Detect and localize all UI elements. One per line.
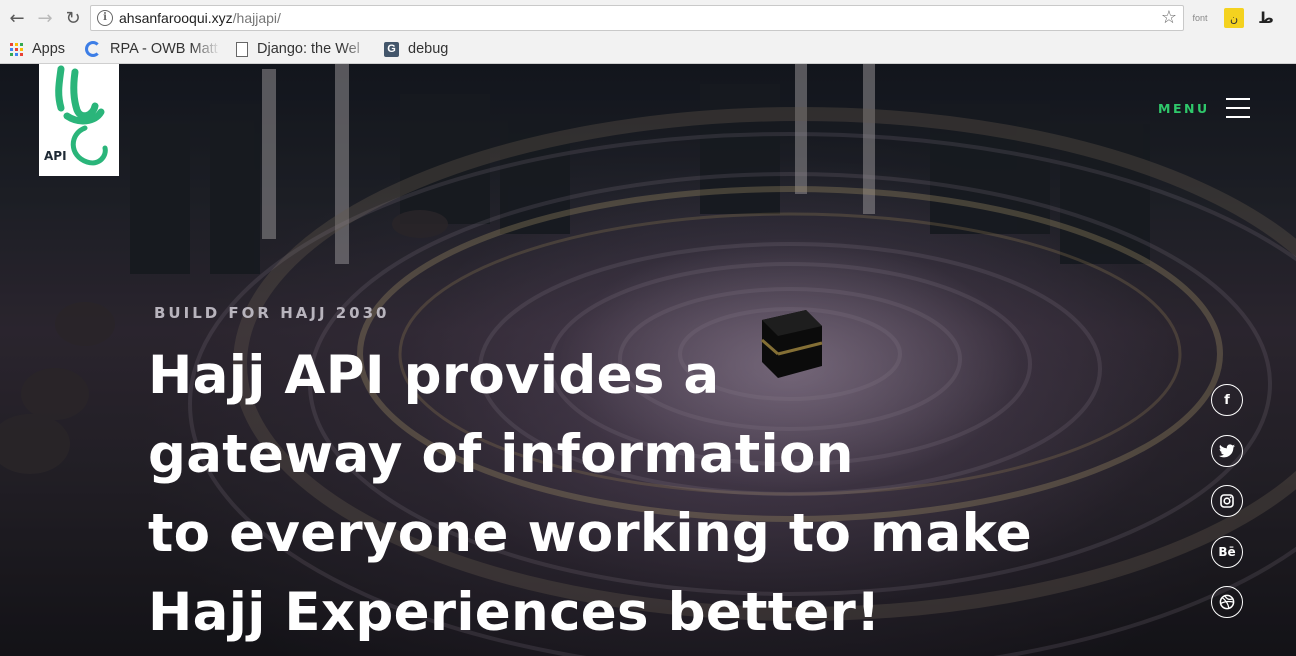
bookmarks-bar: Apps RPA - OWB Matt Django: the Wel G de…	[0, 36, 1296, 62]
site-logo[interactable]: API	[39, 64, 119, 176]
bookmark-label: Django: the Wel	[257, 41, 360, 57]
url-path: /hajjapi/	[232, 10, 281, 26]
bookmark-label: debug	[408, 41, 449, 57]
browser-chrome: ← → ↻ i ahsanfarooqui.xyz/hajjapi/ ☆ fon…	[0, 0, 1296, 64]
headline-line: to everyone working to make	[148, 503, 1032, 564]
reload-icon[interactable]: ↻	[62, 7, 84, 29]
facebook-glyph: f	[1224, 392, 1230, 408]
bookmark-label: Apps	[32, 41, 66, 57]
bookmark-label: RPA - OWB Matt	[110, 41, 218, 57]
browser-toolbar: ← → ↻ i ahsanfarooqui.xyz/hajjapi/ ☆ fon…	[0, 0, 1296, 36]
apps-grid-icon	[10, 42, 23, 56]
bookmark-rpa[interactable]: RPA - OWB Matt	[85, 40, 221, 58]
headline-line: Hajj API provides a	[148, 345, 720, 406]
arabic-extension-icon[interactable]: ط	[1256, 8, 1276, 28]
instagram-camera-glyph	[1220, 494, 1234, 508]
rpa-icon	[85, 41, 101, 57]
twitter-icon[interactable]	[1211, 435, 1243, 467]
g-icon: G	[384, 41, 399, 57]
bookmark-debug[interactable]: G debug	[384, 40, 448, 58]
address-bar[interactable]: i ahsanfarooqui.xyz/hajjapi/ ☆	[90, 5, 1184, 31]
hero-eyebrow: BUILD FOR HAJJ 2030	[154, 304, 390, 322]
dribbble-ball-glyph	[1219, 594, 1235, 610]
back-arrow-icon[interactable]: ←	[6, 7, 28, 29]
headline-line: gateway of information	[148, 424, 854, 485]
hero-headline: Hajj API provides a gateway of informati…	[148, 336, 1048, 652]
headline-line: Hajj Experiences better!	[148, 582, 881, 643]
instagram-icon[interactable]	[1211, 485, 1243, 517]
logo-text: API	[44, 149, 67, 163]
dribbble-icon[interactable]	[1211, 586, 1243, 618]
twitter-bird-glyph	[1219, 444, 1235, 458]
bookmark-star-icon[interactable]: ☆	[1161, 7, 1177, 28]
behance-glyph: Bē	[1218, 545, 1236, 559]
yellow-extension-icon[interactable]: ن	[1224, 8, 1244, 28]
url-text[interactable]: ahsanfarooqui.xyz/hajjapi/	[119, 10, 281, 26]
hamburger-icon[interactable]	[1225, 98, 1250, 118]
bookmark-django[interactable]: Django: the Wel	[236, 40, 372, 58]
page-icon	[236, 41, 248, 57]
menu-toggle[interactable]: MENU	[1158, 98, 1250, 118]
bookmark-apps[interactable]: Apps	[10, 40, 65, 58]
forward-arrow-icon[interactable]: →	[34, 7, 56, 29]
behance-icon[interactable]: Bē	[1211, 536, 1243, 568]
info-icon[interactable]: i	[97, 10, 113, 26]
font-extension-icon[interactable]: font	[1190, 8, 1210, 28]
hero-section: API MENU BUILD FOR HAJJ 2030 Hajj API pr…	[0, 64, 1296, 656]
facebook-icon[interactable]: f	[1211, 384, 1243, 416]
url-host: ahsanfarooqui.xyz	[119, 10, 233, 26]
menu-label[interactable]: MENU	[1158, 101, 1210, 116]
